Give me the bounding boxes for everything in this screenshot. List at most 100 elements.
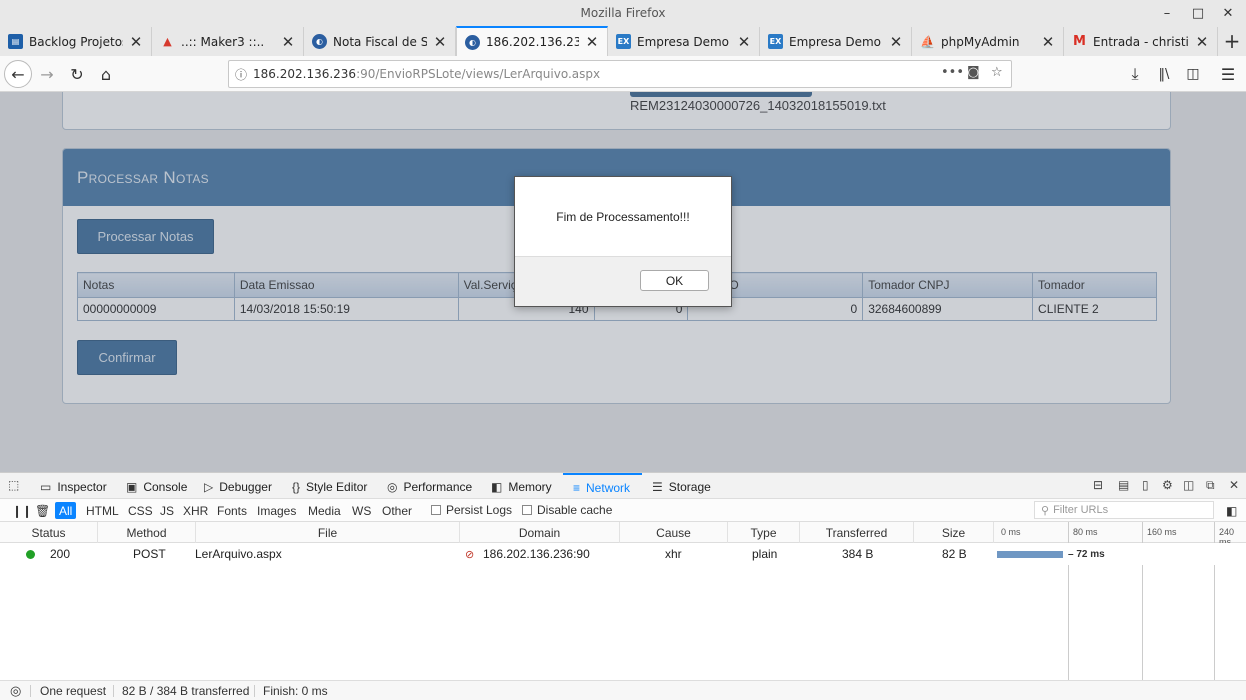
tab-close-icon[interactable]: ✕: [585, 33, 599, 51]
clear-trash-icon[interactable]: 🗑: [31, 502, 54, 519]
devtools-tab-style-editor[interactable]: {} Style Editor: [292, 473, 367, 500]
transferred-summary: 82 B / 384 B transferred: [122, 684, 250, 698]
tab-close-icon[interactable]: ✕: [129, 33, 143, 51]
tab-close-icon[interactable]: ✕: [889, 33, 903, 51]
tab-phpmyadmin[interactable]: ⛵ phpMyAdmin ✕: [912, 27, 1064, 56]
maker-favicon-icon: ▲: [163, 35, 172, 48]
network-status-bar: ◎ One request 82 B / 384 B transferred F…: [0, 680, 1246, 700]
forward-arrow-icon[interactable]: →: [34, 61, 60, 87]
filter-media[interactable]: Media: [304, 502, 345, 519]
responsive-design-icon[interactable]: ▯: [1142, 478, 1149, 492]
undock-icon[interactable]: ⧉: [1206, 478, 1215, 493]
tab-close-icon[interactable]: ✕: [1195, 33, 1209, 51]
performance-analysis-icon[interactable]: ◎: [10, 681, 21, 700]
checkbox-box[interactable]: [522, 505, 532, 515]
window-title: Mozilla Firefox: [580, 6, 666, 20]
tab-close-icon[interactable]: ✕: [1041, 33, 1055, 51]
split-console-icon[interactable]: ▤: [1118, 478, 1129, 492]
close-devtools-icon[interactable]: ✕: [1229, 478, 1239, 492]
bookmark-star-icon[interactable]: ☆: [991, 65, 1003, 80]
devtools-tab-memory[interactable]: ◧ Memory: [491, 473, 552, 500]
tab-close-icon[interactable]: ✕: [433, 33, 447, 51]
tab-active-lerarquivo[interactable]: ◐ 186.202.136.236:9 ✕: [456, 26, 608, 56]
network-request-row[interactable]: 200 POST LerArquivo.aspx ⊘ 186.202.136.2…: [0, 543, 1246, 565]
column-domain[interactable]: Domain: [460, 522, 620, 543]
filter-fonts[interactable]: Fonts: [213, 502, 251, 519]
filter-other[interactable]: Other: [378, 502, 416, 519]
dialog-footer: OK: [515, 257, 731, 306]
column-method[interactable]: Method: [98, 522, 196, 543]
library-icon[interactable]: ‖\: [1151, 61, 1177, 87]
page-actions-icon[interactable]: •••: [941, 65, 964, 80]
pick-element-icon[interactable]: ⬚: [8, 478, 19, 492]
menu-icon[interactable]: ☰: [1215, 61, 1241, 87]
column-transferred[interactable]: Transferred: [800, 522, 914, 543]
divider: [113, 685, 114, 697]
maximize-button[interactable]: □: [1183, 0, 1213, 26]
divider: [254, 685, 255, 697]
tab-close-icon[interactable]: ✕: [737, 33, 751, 51]
devtools-tab-storage[interactable]: ☰ Storage: [652, 473, 711, 500]
tab-label: 186.202.136.236:9: [486, 35, 579, 49]
toggle-sidebar-icon[interactable]: ◧: [1222, 502, 1241, 519]
column-size[interactable]: Size: [914, 522, 994, 543]
tab-close-icon[interactable]: ✕: [281, 33, 295, 51]
filter-css[interactable]: CSS: [124, 502, 157, 519]
checkbox-box[interactable]: [431, 505, 441, 515]
tab-maker3[interactable]: ▲ ..:: Maker3 ::.. ✕: [152, 27, 304, 56]
url-host: 186.202.136.236: [253, 67, 357, 81]
reload-icon[interactable]: ↻: [64, 61, 90, 87]
tab-empresa-demo-1[interactable]: EX Empresa Demo ✕: [608, 27, 760, 56]
column-cause[interactable]: Cause: [620, 522, 728, 543]
disable-cache-checkbox[interactable]: Disable cache: [522, 503, 612, 517]
filter-all[interactable]: All: [55, 502, 77, 519]
filter-urls-input[interactable]: ⚲ Filter URLs: [1034, 501, 1214, 519]
minimize-button[interactable]: –: [1152, 0, 1182, 26]
dock-side-icon[interactable]: ◫: [1183, 478, 1194, 492]
filter-html[interactable]: HTML: [82, 502, 123, 519]
dialog-ok-button[interactable]: OK: [640, 270, 709, 291]
filter-images[interactable]: Images: [253, 502, 300, 519]
back-arrow-icon[interactable]: ←: [4, 60, 32, 88]
tab-label: phpMyAdmin: [941, 34, 1020, 49]
settings-gear-icon[interactable]: ⚙: [1162, 478, 1173, 492]
console-icon: ▣: [126, 479, 138, 494]
request-transferred: 384 B: [842, 547, 874, 561]
sidebar-icon[interactable]: ◫: [1180, 61, 1206, 87]
pocket-icon[interactable]: ◙: [967, 65, 980, 80]
devtools-tab-inspector[interactable]: ▭ Inspector: [40, 473, 107, 500]
request-time-value: 72 ms: [1076, 548, 1105, 560]
filter-ws[interactable]: WS: [348, 502, 375, 519]
column-type[interactable]: Type: [728, 522, 800, 543]
column-file[interactable]: File: [196, 522, 460, 543]
devtools-tab-label: Memory: [508, 479, 552, 494]
downloads-icon[interactable]: ⤓: [1122, 61, 1148, 87]
tab-gmail[interactable]: M Entrada - christian ✕: [1064, 27, 1218, 56]
devtools-tab-label: Storage: [668, 479, 711, 494]
devtools-tab-network[interactable]: ≡ Network: [563, 473, 642, 500]
alert-dialog: Fim de Processamento!!! OK: [514, 176, 732, 307]
devtools-tab-debugger[interactable]: ▷ Debugger: [204, 473, 272, 500]
site-info-icon[interactable]: ⓘ: [229, 66, 253, 83]
url-bar[interactable]: ⓘ 186.202.136.236:90/EnvioRPSLote/views/…: [228, 60, 1012, 88]
divider: [30, 685, 31, 697]
url-text[interactable]: 186.202.136.236:90/EnvioRPSLote/views/Le…: [253, 67, 600, 81]
persist-logs-checkbox[interactable]: Persist Logs: [431, 503, 512, 517]
filter-xhr[interactable]: XHR: [179, 502, 212, 519]
tab-backlog[interactable]: ▤ Backlog Projetos 0 ✕: [0, 27, 152, 56]
debugger-icon: ▷: [204, 479, 214, 494]
style-editor-icon: {}: [292, 479, 301, 494]
devtools-tab-label: Performance: [403, 479, 473, 494]
timeline-tick: 160 ms: [1147, 527, 1177, 537]
close-window-button[interactable]: ✕: [1213, 0, 1243, 26]
devtools-tab-console[interactable]: ▣ Console: [126, 473, 187, 500]
home-icon[interactable]: ⌂: [93, 61, 119, 87]
dock-options-icon[interactable]: ⊟: [1093, 478, 1103, 492]
column-status[interactable]: Status: [0, 522, 98, 543]
tab-nota-fiscal[interactable]: ◐ Nota Fiscal de Serv ✕: [304, 27, 456, 56]
tab-empresa-demo-2[interactable]: EX Empresa Demo ✕: [760, 27, 912, 56]
new-tab-plus-icon[interactable]: +: [1219, 27, 1245, 55]
filter-js[interactable]: JS: [156, 502, 178, 519]
tab-label: Empresa Demo: [789, 34, 882, 49]
devtools-tab-performance[interactable]: ◎ Performance: [387, 473, 472, 500]
